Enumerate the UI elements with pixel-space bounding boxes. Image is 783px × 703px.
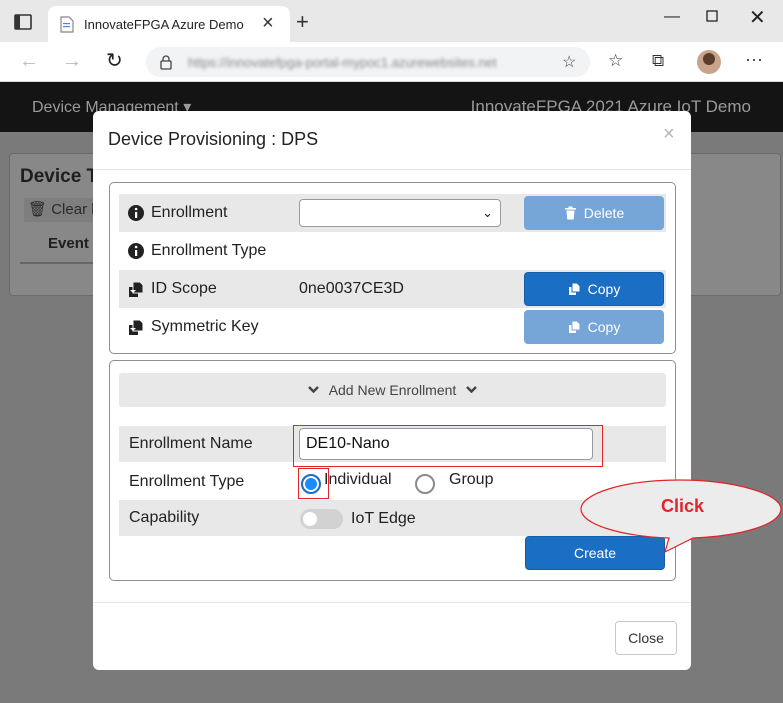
trash-icon: 🗑 [28, 201, 48, 218]
symmetric-key-row: Symmetric Key Copy [119, 308, 666, 346]
collections-icon[interactable]: ⧉ [652, 51, 664, 71]
tab-title: InnovateFPGA Azure Demo [84, 17, 244, 32]
enrollment-type-label: Enrollment Type [129, 473, 245, 490]
minimize-icon[interactable]: — [664, 8, 680, 26]
delete-button[interactable]: Delete [524, 196, 664, 230]
copy-symmetric-key-button[interactable]: Copy [524, 310, 664, 344]
symmetric-key-label: Symmetric Key [151, 318, 259, 335]
copy-label: Copy [587, 319, 621, 335]
individual-label[interactable]: Individual [324, 471, 392, 489]
chevron-down-icon [307, 386, 319, 394]
browser-toolbar: ← → ↻ https://innovatefpga-portal-mypoc1… [0, 42, 783, 82]
group-label[interactable]: Group [449, 471, 493, 489]
add-favorite-icon[interactable]: ☆ [562, 52, 576, 72]
add-new-enrollment-label: Add New Enrollment [328, 382, 457, 398]
page-bottom-background [0, 670, 783, 703]
forward-icon[interactable]: → [62, 50, 82, 72]
back-icon[interactable]: ← [19, 50, 39, 72]
close-button[interactable]: Close [615, 621, 677, 655]
window-close-icon[interactable]: ✕ [749, 5, 766, 30]
iot-edge-label: IoT Edge [351, 510, 416, 527]
enrollment-row: Enrollment ⌄ Delete [119, 194, 666, 232]
callout-text: Click [661, 496, 705, 516]
favorites-icon[interactable]: ☆ [608, 51, 623, 71]
tab-underline [20, 262, 100, 264]
refresh-icon[interactable]: ↻ [106, 50, 123, 72]
new-tab-icon[interactable]: + [296, 11, 309, 33]
individual-radio-highlight [298, 468, 329, 499]
chevron-down-icon [466, 386, 478, 394]
clipboard-copy-icon [129, 319, 144, 335]
events-tab[interactable]: Event [48, 235, 89, 252]
trash-icon [564, 206, 576, 220]
address-bar[interactable]: https://innovatefpga-portal-mypoc1.azure… [146, 47, 590, 77]
copy-icon [568, 320, 581, 333]
url-text[interactable]: https://innovatefpga-portal-mypoc1.azure… [188, 55, 497, 70]
modal-title: Device Provisioning : DPS [108, 129, 319, 149]
info-icon [128, 205, 144, 221]
chevron-down-icon: ⌄ [482, 205, 493, 220]
id-scope-row: ID Scope 0ne0037CE3D Copy [119, 270, 666, 308]
enrollment-name-label: Enrollment Name [129, 435, 253, 452]
dps-modal: Device Provisioning : DPS × Enrollment ⌄ [93, 111, 691, 670]
enrollment-select[interactable]: ⌄ [299, 199, 501, 227]
iot-edge-toggle[interactable] [300, 509, 343, 529]
clear-label: Clear l [51, 201, 95, 218]
enrollment-type-label: Enrollment Type [151, 242, 267, 259]
click-callout [580, 479, 782, 554]
capability-label: Capability [129, 509, 200, 526]
info-icon [128, 243, 144, 259]
clipboard-copy-icon [129, 281, 144, 297]
tab-close-icon[interactable]: × [262, 13, 274, 33]
page-icon [60, 16, 74, 33]
device-card-title: Device T [20, 166, 99, 187]
maximize-icon[interactable] [706, 10, 718, 22]
modal-close-icon[interactable]: × [663, 124, 675, 144]
id-scope-value: 0ne0037CE3D [299, 280, 404, 297]
copy-id-scope-button[interactable]: Copy [524, 272, 664, 306]
profile-avatar[interactable] [697, 50, 721, 74]
add-new-enrollment-toggle[interactable]: Add New Enrollment [119, 373, 666, 407]
toggle-knob [303, 512, 317, 526]
enrollment-type-row: Enrollment Type [119, 232, 666, 270]
group-radio[interactable] [415, 474, 435, 494]
browser-titlebar: InnovateFPGA Azure Demo × + — ✕ [0, 0, 783, 42]
id-scope-label: ID Scope [151, 280, 217, 297]
modal-footer-divider [93, 602, 691, 603]
delete-label: Delete [583, 205, 625, 221]
clear-button[interactable]: 🗑 Clear l [24, 198, 99, 222]
copy-icon [568, 282, 581, 295]
window-menu-icon[interactable] [14, 14, 32, 30]
copy-label: Copy [587, 281, 621, 297]
enrollment-name-highlight [293, 425, 603, 467]
enrollment-panel: Enrollment ⌄ Delete Enrollment Type ID S… [109, 182, 676, 354]
more-options-icon[interactable]: ··· [745, 49, 763, 70]
modal-header-divider [93, 169, 691, 170]
lock-icon[interactable] [160, 54, 172, 70]
enrollment-label: Enrollment [151, 204, 228, 221]
browser-tab[interactable]: InnovateFPGA Azure Demo × [48, 6, 290, 42]
